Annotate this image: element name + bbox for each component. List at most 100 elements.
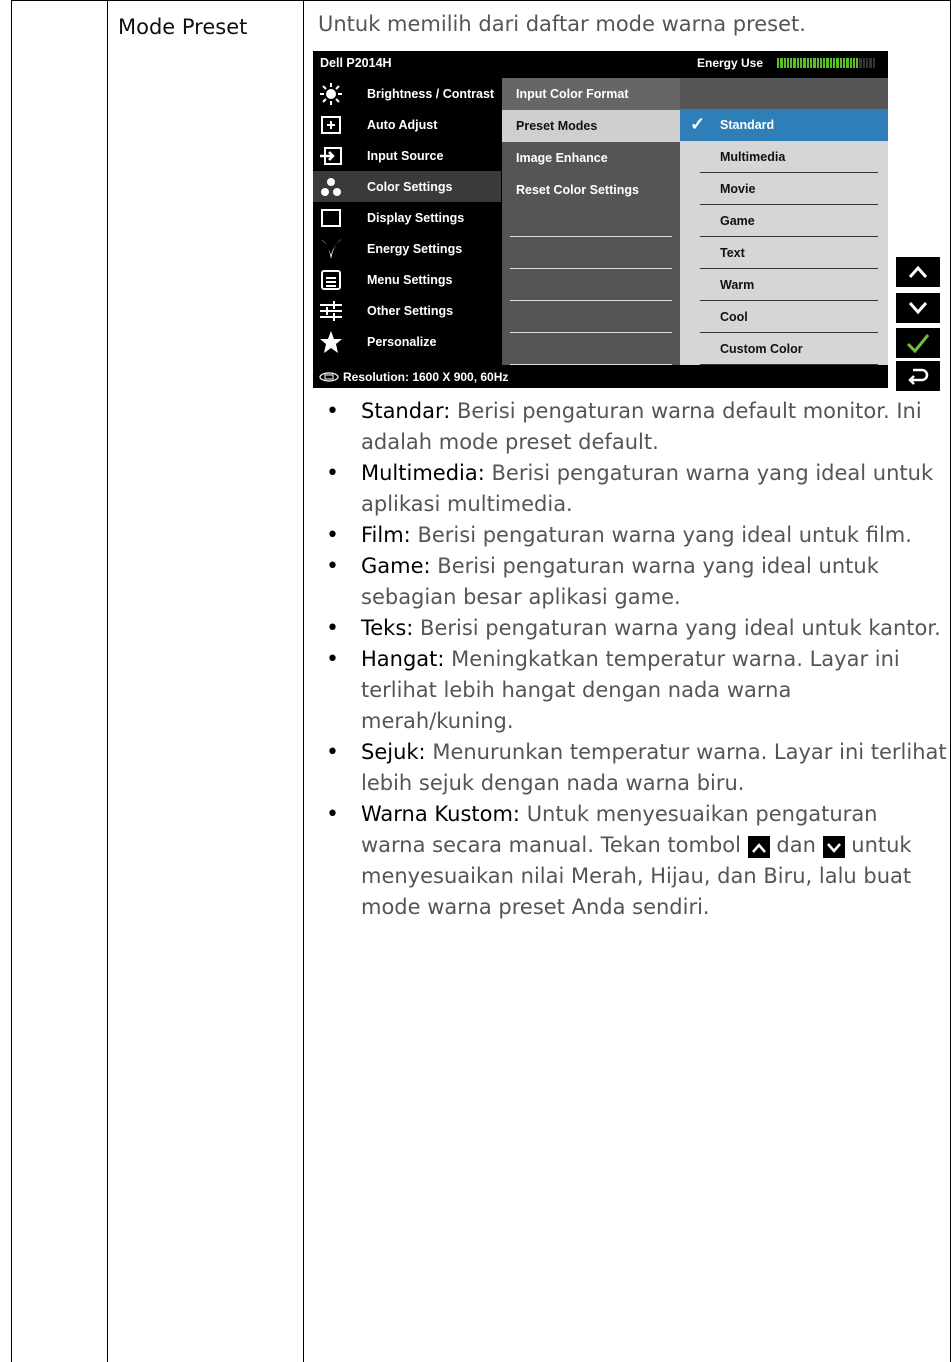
osd-menu-item: Auto Adjust (313, 109, 501, 140)
osd-menu-item: Color Settings (313, 171, 501, 202)
energy-bar-segment (816, 58, 819, 68)
energy-bar-segment (800, 58, 803, 68)
color-dots-icon (317, 175, 345, 199)
osd-menu-label: Menu Settings (367, 272, 453, 287)
osd-option-item: Custom Color (680, 333, 888, 365)
osd-menu-item: Energy Settings (313, 233, 501, 264)
osd-option-label: Cool (720, 310, 748, 324)
energy-bar-segment (849, 58, 852, 68)
osd-submenu-empty-row (502, 270, 680, 302)
osd-submenu-label: Input Color Format (516, 86, 629, 101)
osd-screenshot: Dell P2014H Energy Use Brightness / Cont… (313, 51, 888, 388)
energy-bar-segment (786, 58, 790, 68)
osd-options-header (680, 78, 888, 109)
down-key-icon (822, 836, 845, 858)
osd-options: ✓ Standard Multimedia Movie Game Text Warm Cool… (680, 109, 888, 365)
osd-menu-label: Personalize (367, 334, 437, 349)
osd-submenu-item: Preset Modes (502, 110, 680, 142)
energy-bar-segment (809, 58, 813, 68)
osd-header: Dell P2014H Energy Use (313, 51, 888, 75)
setting-name: Mode Preset (118, 15, 248, 39)
osd-submenu-empty-row (502, 302, 680, 334)
mode-term: Standar: (361, 399, 451, 423)
osd-menu-item: Other Settings (313, 295, 501, 326)
osd-menu-item: Input Source (313, 140, 501, 171)
mode-term: Warna Kustom: (361, 802, 520, 826)
mode-term: Film: (361, 523, 411, 547)
osd-menu-label: Auto Adjust (367, 117, 438, 132)
osd-model: Dell P2014H (320, 56, 392, 70)
table-border-left (11, 0, 12, 1362)
display-square-icon (317, 206, 345, 230)
energy-bar-segment (793, 58, 796, 68)
energy-bar-segment (856, 58, 859, 68)
energy-bar-segment (869, 58, 872, 68)
energy-bar-segment (866, 58, 869, 68)
osd-menu-item: Menu Settings (313, 264, 501, 295)
energy-bar-segment (829, 58, 833, 68)
mode-desc: Berisi pengaturan warna yang ideal untuk… (361, 554, 879, 609)
table-border-col2 (303, 0, 304, 1362)
star-icon (317, 330, 345, 354)
osd-menu-label: Brightness / Contrast (367, 86, 495, 101)
osd-submenu-label: Reset Color Settings (516, 182, 639, 197)
osd-menu-label: Color Settings (367, 179, 453, 194)
osd-option-label: Text (720, 246, 745, 260)
osd-option-item: Movie (680, 173, 888, 205)
osd-submenu-empty-row (502, 206, 680, 238)
mode-term: Hangat: (361, 647, 445, 671)
energy-bar-segment (823, 58, 826, 68)
energy-leaf-icon (317, 237, 345, 261)
energy-bar-segment (872, 58, 875, 68)
mode-term: Sejuk: (361, 740, 426, 764)
energy-bar-segment (862, 58, 866, 68)
energy-bar-segment (833, 58, 836, 68)
down-arrow-icon[interactable] (896, 293, 940, 323)
energy-bar-segment (842, 58, 846, 68)
auto-adjust-icon (317, 113, 345, 137)
energy-bar-segment (859, 58, 862, 68)
osd-option-label: Movie (720, 182, 756, 196)
input-source-icon (317, 144, 345, 168)
check-icon[interactable] (896, 328, 940, 358)
sun-icon (317, 82, 345, 106)
osd-main-menu: Brightness / Contrast Auto Adjust Input So… (313, 78, 501, 357)
and-text: dan (776, 833, 816, 857)
back-icon[interactable] (896, 361, 940, 391)
osd-option-label: Standard (720, 118, 775, 132)
mode-desc: Menurunkan temperatur warna. Layar ini t… (361, 740, 947, 795)
up-key-icon (747, 836, 770, 858)
table-border-top (11, 0, 951, 1)
list-item: Teks: Berisi pengaturan warna yang ideal… (318, 613, 948, 644)
up-arrow-icon[interactable] (896, 257, 940, 287)
osd-submenu-empty-row (502, 334, 680, 366)
sliders-icon (317, 299, 345, 323)
energy-bar-segment (826, 58, 829, 68)
osd-submenu-label: Image Enhance (516, 150, 608, 165)
osd-option-item: Multimedia (680, 141, 888, 173)
energy-bar-segment (806, 58, 809, 68)
osd-option-item: Text (680, 237, 888, 269)
osd-submenu-label: Preset Modes (516, 118, 598, 133)
energy-bar-segment (819, 58, 823, 68)
list-item: Film: Berisi pengaturan warna yang ideal… (318, 520, 948, 551)
energy-bar-segment (839, 58, 842, 68)
osd-option-label: Warm (720, 278, 755, 292)
energy-use-label: Energy Use (697, 56, 764, 70)
list-item: Game: Berisi pengaturan warna yang ideal… (318, 551, 948, 613)
mode-term: Teks: (361, 616, 414, 640)
energy-bar-segment (803, 58, 806, 68)
menu-list-icon (317, 268, 345, 292)
osd-menu-item: Display Settings (313, 202, 501, 233)
mode-desc: Berisi pengaturan warna yang ideal untuk… (420, 616, 941, 640)
osd-option-item: Cool (680, 301, 888, 333)
osd-menu-item: Brightness / Contrast (313, 78, 501, 109)
osd-option-label: Multimedia (720, 150, 786, 164)
osd-option-item: Warm (680, 269, 888, 301)
osd-submenu-item: Input Color Format (502, 78, 680, 110)
preset-mode-descriptions: Standar: Berisi pengaturan warna default… (318, 396, 948, 923)
energy-bar-segment (783, 58, 786, 68)
osd-menu-item: Personalize (313, 326, 501, 357)
list-item: Warna Kustom: Untuk menyesuaikan pengatu… (318, 799, 948, 923)
osd-menu-label: Other Settings (367, 303, 454, 318)
